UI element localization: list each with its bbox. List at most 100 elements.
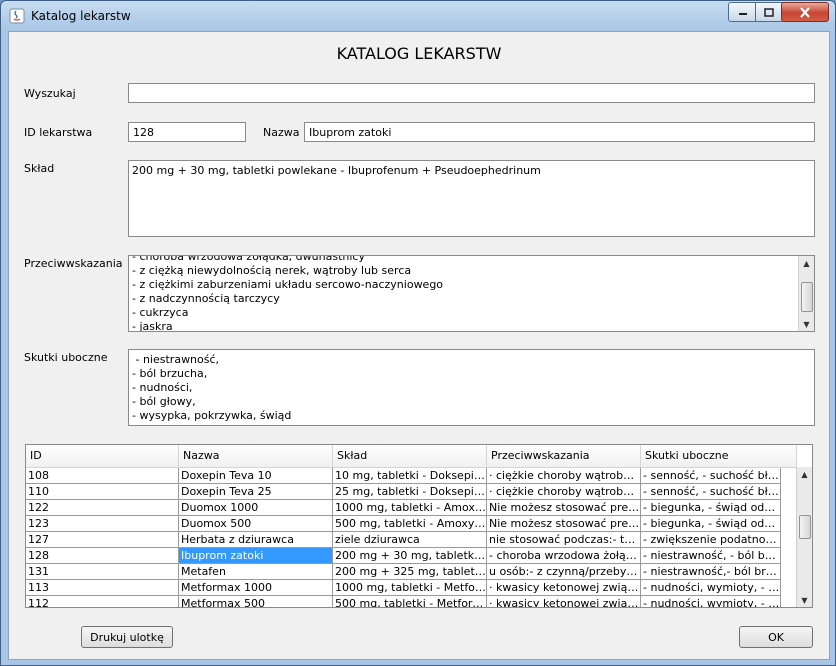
cell-side-effects[interactable]: - niestrawność,- ból brzucha... — [641, 564, 781, 580]
table-header: ID Nazwa Skład Przeciwwskazania Skutki u… — [26, 445, 797, 468]
table-row[interactable]: 127 Herbata z dziurawca ziele dziurawca nie… — [26, 532, 781, 548]
cell-side-effects[interactable]: - senność, - suchość błony śl... — [641, 468, 781, 484]
column-header-side-effects[interactable]: Skutki uboczne — [641, 445, 797, 467]
side-effects-label: Skutki uboczne — [24, 351, 108, 364]
print-leaflet-button[interactable]: Drukuj ulotkę — [81, 626, 173, 648]
cell-id[interactable]: 122 — [26, 500, 179, 516]
java-app-icon — [9, 8, 25, 24]
cell-name[interactable]: Metformax 500 — [179, 596, 333, 607]
cell-name[interactable]: Doxepin Teva 10 — [179, 468, 333, 484]
cell-name[interactable]: Herbata z dziurawca — [179, 532, 333, 548]
cell-side-effects[interactable]: - nudności, wymioty, - biegu... — [641, 596, 781, 607]
cell-contraindications[interactable]: u osób:- z czynną/przebytą c... — [487, 564, 641, 580]
cell-contraindications[interactable]: · ciężkie choroby wątroby· o... — [487, 468, 641, 484]
cell-contraindications[interactable]: Nie możesz stosować prepar... — [487, 500, 641, 516]
cell-composition[interactable]: 10 mg, tabletki - Doksepinum — [333, 468, 487, 484]
column-header-id[interactable]: ID — [26, 445, 179, 467]
cell-name[interactable]: Duomox 1000 — [179, 500, 333, 516]
table-row[interactable]: 113 Metformax 1000 1000 mg, tabletki - Met… — [26, 580, 781, 596]
scrollbar-thumb[interactable] — [799, 515, 811, 539]
scroll-down-arrow-icon[interactable]: ▼ — [799, 317, 814, 331]
contraindications-label: Przeciwwskazania — [24, 257, 123, 270]
close-icon — [800, 6, 810, 18]
table-row[interactable]: 108 Doxepin Teva 10 10 mg, tabletki - Doks… — [26, 468, 781, 484]
cell-name[interactable]: Metafen — [179, 564, 333, 580]
cell-side-effects[interactable]: - biegunka, - świąd odbytu, ... — [641, 500, 781, 516]
scroll-up-arrow-icon[interactable]: ▲ — [799, 256, 814, 270]
cell-id[interactable]: 110 — [26, 484, 179, 500]
maximize-button[interactable] — [755, 2, 783, 22]
page-title: KATALOG LEKARSTW — [336, 44, 502, 63]
cell-side-effects[interactable]: - senność, - suchość błony śl... — [641, 484, 781, 500]
cell-contraindications[interactable]: · ciężkie choroby wątroby· o... — [487, 484, 641, 500]
cell-name[interactable]: Metformax 1000 — [179, 580, 333, 596]
side-effects-textarea[interactable]: - niestrawność, - ból brzucha, - nudnośc… — [128, 349, 815, 426]
window-title: Katalog lekarstw — [31, 9, 131, 23]
cell-name[interactable]: Ibuprom zatoki — [179, 548, 333, 564]
composition-textarea[interactable]: 200 mg + 30 mg, tabletki powlekane - Ibu… — [128, 160, 815, 237]
cell-id[interactable]: 112 — [26, 596, 179, 607]
cell-composition[interactable]: 1000 mg, tabletki - Metformi... — [333, 580, 487, 596]
cell-composition[interactable]: 1000 mg, tabletki - Amoxycyl... — [333, 500, 487, 516]
contraindications-scrollbar[interactable]: ▲ ▼ — [798, 256, 814, 331]
text-line: - cukrzyca — [132, 306, 189, 319]
column-header-name[interactable]: Nazwa — [179, 445, 333, 467]
table-scrollbar[interactable]: ▲ ▼ — [796, 467, 812, 607]
cell-composition[interactable]: 25 mg, tabletki - Doksepinum — [333, 484, 487, 500]
title-bar[interactable]: Katalog lekarstw — [1, 1, 835, 31]
contraindications-textarea[interactable]: - choroba wrzodowa żołądka, dwunastnicy … — [128, 255, 815, 332]
table-row[interactable]: 122 Duomox 1000 1000 mg, tabletki - Amoxyc… — [26, 500, 781, 516]
cell-composition[interactable]: ziele dziurawca — [333, 532, 487, 548]
cell-contraindications[interactable]: · kwasicy ketonowej związan... — [487, 580, 641, 596]
column-header-contraindications[interactable]: Przeciwwskazania — [487, 445, 641, 467]
text-line: - z ciężkimi zaburzeniami układu sercowo… — [132, 278, 444, 291]
text-line: - z nadczynnością tarczycy — [132, 292, 280, 305]
cell-side-effects[interactable]: - biegunka, - świąd odbytu, ... — [641, 516, 781, 532]
cell-id[interactable]: 123 — [26, 516, 179, 532]
cell-name[interactable]: Duomox 500 — [179, 516, 333, 532]
search-label: Wyszukaj — [24, 87, 76, 100]
cell-id[interactable]: 131 — [26, 564, 179, 580]
text-line: - jaskra — [132, 320, 173, 332]
scroll-down-arrow-icon[interactable]: ▼ — [797, 593, 812, 607]
cell-side-effects[interactable]: - niestrawność, - ból brzuch... — [641, 548, 781, 564]
cell-composition[interactable]: 200 mg + 325 mg, tabletki - ... — [333, 564, 487, 580]
text-line: - wysypka, pokrzywka, świąd — [132, 409, 292, 422]
cell-id[interactable]: 128 — [26, 548, 179, 564]
cell-composition[interactable]: 500 mg, tabletki - Metforminum — [333, 596, 487, 607]
drug-table[interactable]: ID Nazwa Skład Przeciwwskazania Skutki u… — [25, 444, 813, 608]
cell-side-effects[interactable]: - nudności, wymioty, - biegu... — [641, 580, 781, 596]
table-row[interactable]: 123 Duomox 500 500 mg, tabletki - Amoxycyl… — [26, 516, 781, 532]
cell-contraindications[interactable]: Nie możesz stosować prepar... — [487, 516, 641, 532]
id-input[interactable]: 128 — [128, 122, 246, 142]
scrollbar-thumb[interactable] — [801, 282, 813, 312]
scroll-up-arrow-icon[interactable]: ▲ — [797, 467, 812, 481]
cell-id[interactable]: 127 — [26, 532, 179, 548]
app-window: Katalog lekarstw KATALOG LEKARSTW Wyszuk… — [0, 0, 836, 666]
text-line: - ból głowy, — [132, 395, 196, 408]
minimize-button[interactable] — [728, 2, 757, 22]
cell-id[interactable]: 113 — [26, 580, 179, 596]
cell-id[interactable]: 108 — [26, 468, 179, 484]
cell-name[interactable]: Doxepin Teva 25 — [179, 484, 333, 500]
cell-contraindications[interactable]: · kwasicy ketonowej związan... — [487, 596, 641, 607]
name-label: Nazwa — [263, 126, 300, 139]
text-line: - niestrawność, — [132, 353, 220, 366]
cell-side-effects[interactable]: - zwiększenie podatności na ... — [641, 532, 781, 548]
table-row[interactable]: 128 Ibuprom zatoki 200 mg + 30 mg, tabletk… — [26, 548, 781, 564]
table-row[interactable]: 112 Metformax 500 500 mg, tabletki - Metfo… — [26, 596, 781, 607]
cell-composition[interactable]: 200 mg + 30 mg, tabletki po... — [333, 548, 487, 564]
search-input[interactable] — [128, 83, 815, 103]
cell-composition[interactable]: 500 mg, tabletki - Amoxycyli... — [333, 516, 487, 532]
text-line: - z ciężką niewydolnością nerek, wątroby… — [132, 264, 412, 277]
table-row[interactable]: 110 Doxepin Teva 25 25 mg, tabletki - Doks… — [26, 484, 781, 500]
composition-label: Skład — [24, 162, 55, 175]
column-header-composition[interactable]: Skład — [333, 445, 487, 467]
name-input[interactable]: Ibuprom zatoki — [304, 122, 815, 142]
cell-contraindications[interactable]: nie stosować podczas:- tera... — [487, 532, 641, 548]
close-button[interactable] — [781, 2, 829, 22]
ok-button[interactable]: OK — [739, 626, 813, 648]
text-line: - choroba wrzodowa żołądka, dwunastnicy — [132, 255, 365, 263]
cell-contraindications[interactable]: - choroba wrzodowa żołądka... — [487, 548, 641, 564]
table-row[interactable]: 131Metafen200 mg + 325 mg, tabletki - ..… — [26, 564, 781, 580]
